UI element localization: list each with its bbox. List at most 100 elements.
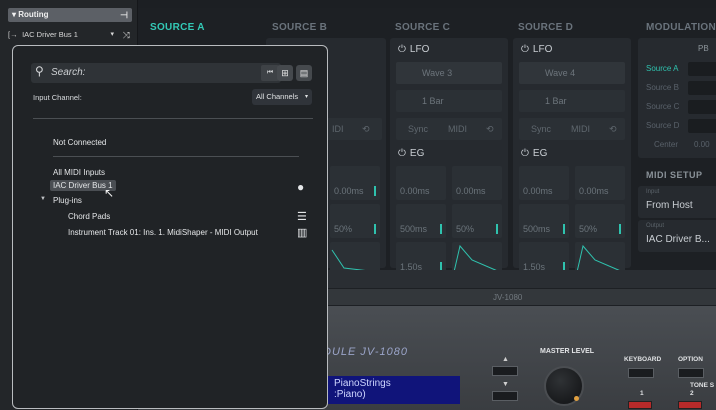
- input-arrow-icon: [→: [8, 30, 18, 39]
- midi-partial-label: IDI: [332, 124, 344, 134]
- midi-input-row[interactable]: [→ IAC Driver Bus 1 ▾ ⤨: [8, 28, 132, 42]
- option-chord-pads[interactable]: Chord Pads: [68, 212, 110, 221]
- routing-title: Routing: [18, 10, 49, 19]
- up-button[interactable]: [492, 366, 518, 376]
- wave-select[interactable]: Wave 4: [519, 62, 625, 84]
- mod-source-b[interactable]: Source B: [646, 83, 679, 92]
- eg-value: 0.00ms: [334, 186, 364, 196]
- lfo-title: ⏻ LFO: [521, 44, 553, 55]
- loop-icon: ⟲: [362, 124, 370, 134]
- midi-input-value: IAC Driver Bus 1: [22, 30, 78, 39]
- midi-input-select[interactable]: Input From Host: [638, 186, 716, 218]
- loop-icon[interactable]: ⟲: [486, 118, 494, 140]
- mod-amount-slot[interactable]: [688, 100, 716, 114]
- midi-input-label: Input: [646, 189, 660, 195]
- mod-center: Center: [654, 140, 679, 149]
- eg-cell[interactable]: 50%: [330, 204, 380, 238]
- down-button[interactable]: [492, 391, 518, 401]
- power-icon[interactable]: ⏻: [521, 44, 529, 55]
- midi-output-select[interactable]: Output IAC Driver B...: [638, 220, 716, 252]
- wave-select[interactable]: Wave 3: [396, 62, 502, 84]
- arrow-up-icon: ▲: [502, 356, 509, 363]
- sync-button[interactable]: Sync: [408, 118, 428, 140]
- eg-cell[interactable]: 0.00ms: [519, 166, 569, 200]
- tone-2-button[interactable]: [678, 401, 702, 409]
- mod-amount-slot[interactable]: [688, 81, 716, 95]
- eg-title: ⏻ EG: [398, 148, 425, 159]
- tab-source-c[interactable]: SOURCE C: [395, 22, 450, 33]
- chevron-down-icon[interactable]: ▾: [110, 28, 114, 42]
- tab-source-d[interactable]: SOURCE D: [518, 22, 573, 33]
- option-not-connected[interactable]: Not Connected: [53, 138, 106, 147]
- knob-indicator: [574, 396, 579, 401]
- keyboard-label: KEYBOARD: [624, 356, 662, 363]
- group-plugins[interactable]: Plug-ins: [53, 196, 82, 205]
- midi-setup-title: MIDI SETUP: [646, 170, 703, 180]
- routing-header[interactable]: ▾ Routing ⊣: [8, 8, 132, 22]
- eg-cell[interactable]: 50%: [452, 204, 502, 238]
- search-field[interactable]: ⚲ Search: ⏮: [31, 63, 281, 83]
- mod-source-a[interactable]: Source A: [646, 64, 678, 73]
- eg-value: 50%: [334, 224, 353, 234]
- mod-amount-slot[interactable]: [688, 119, 716, 133]
- lcd-display: PianoStrings :Piano): [328, 376, 460, 404]
- sync-row: Sync MIDI ⟲: [519, 118, 625, 140]
- expand-icon[interactable]: ⊞: [277, 65, 293, 81]
- eg-cell[interactable]: 0.00ms: [330, 166, 380, 200]
- loop-icon[interactable]: ⟲: [609, 118, 617, 140]
- option-instrument-track[interactable]: Instrument Track 01: Ins. 1. MidiShaper …: [68, 228, 258, 237]
- tone-select-label: TONE S: [690, 382, 715, 389]
- power-icon[interactable]: ⏻: [398, 44, 406, 55]
- option-label: OPTION: [678, 356, 703, 363]
- lcd-line-1: PianoStrings: [334, 378, 391, 389]
- midi-input-popup: ⚲ Search: ⏮ ⊞ ▤ Input Channel: All Chann…: [12, 45, 328, 409]
- shuffle-icon[interactable]: ⤨: [123, 28, 130, 42]
- master-level-label: MASTER LEVEL: [540, 348, 595, 355]
- search-icon: ⚲: [35, 64, 44, 78]
- disclosure-icon[interactable]: ▼: [40, 196, 46, 202]
- lfo-title: ⏻ LFO: [398, 44, 430, 55]
- tab-source-a[interactable]: SOURCE A: [150, 22, 205, 33]
- tone-2-label: 2: [690, 390, 694, 397]
- mod-source-d[interactable]: Source D: [646, 121, 679, 130]
- piano-keys-icon: ▥: [297, 227, 308, 239]
- tone-1-label: 1: [640, 390, 644, 397]
- pb-label: PB: [698, 44, 709, 53]
- collapse-icon[interactable]: ⊣: [120, 8, 128, 22]
- sync-button[interactable]: Sync: [531, 118, 551, 140]
- midi-output-value: IAC Driver B...: [646, 234, 710, 245]
- mod-source-c[interactable]: Source C: [646, 102, 679, 111]
- source-c-column: ⏻ LFO Wave 3 1 Bar Sync MIDI ⟲ ⏻ EG 0.00ms…: [390, 38, 508, 276]
- app-window: ▾ Routing ⊣ [→ IAC Driver Bus 1 ▾ ⤨ SOUR…: [0, 0, 716, 410]
- mouse-cursor-icon: ↖: [104, 186, 115, 200]
- divider: [33, 118, 313, 119]
- option-all-midi-inputs[interactable]: All MIDI Inputs: [53, 168, 105, 177]
- sliders-icon: ☰: [297, 211, 307, 223]
- power-icon[interactable]: ⏻: [398, 148, 406, 159]
- sync-row: Sync MIDI ⟲: [396, 118, 502, 140]
- level-meter: [374, 186, 376, 196]
- tone-1-button[interactable]: [628, 401, 652, 409]
- midi-button[interactable]: MIDI: [448, 118, 467, 140]
- mod-amount-slot[interactable]: [688, 62, 716, 76]
- eg-cell[interactable]: 0.00ms: [452, 166, 502, 200]
- bar-select[interactable]: 1 Bar: [519, 90, 625, 112]
- power-icon[interactable]: ⏻: [521, 148, 529, 159]
- midi-button[interactable]: MIDI: [571, 118, 590, 140]
- arrow-down-icon: ▼: [502, 381, 509, 388]
- input-channel-label: Input Channel:: [33, 93, 82, 102]
- bar-select[interactable]: 1 Bar: [396, 90, 502, 112]
- eg-cell[interactable]: 0.00ms: [396, 166, 446, 200]
- keyboard-button[interactable]: [628, 368, 654, 378]
- option-button[interactable]: [678, 368, 704, 378]
- modulation-title: MODULATION: [646, 22, 716, 33]
- eg-cell[interactable]: 500ms: [396, 204, 446, 238]
- eg-cell[interactable]: 50%: [575, 204, 625, 238]
- list-view-icon[interactable]: ▤: [296, 65, 312, 81]
- eg-cell[interactable]: 0.00ms: [575, 166, 625, 200]
- tab-source-b[interactable]: SOURCE B: [272, 22, 327, 33]
- eg-cell[interactable]: 500ms: [519, 204, 569, 238]
- input-channel-select[interactable]: All Channels ▾: [252, 89, 312, 105]
- sync-row: IDI ⟲: [326, 118, 382, 140]
- lcd-line-2: :Piano): [334, 389, 366, 400]
